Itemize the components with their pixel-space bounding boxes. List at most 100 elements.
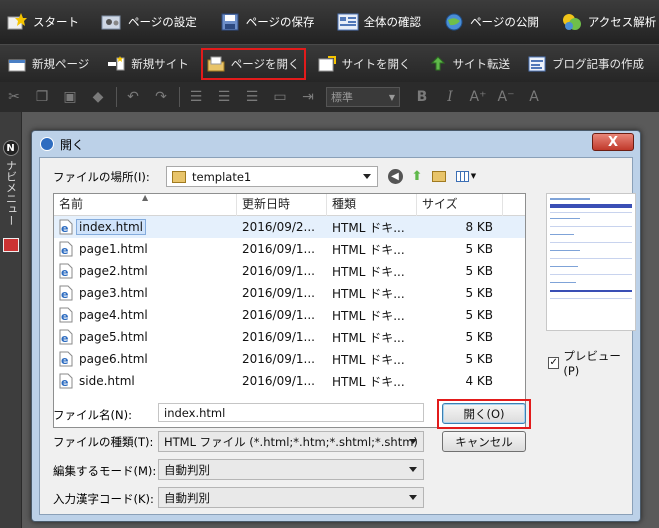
app-icon <box>40 137 54 151</box>
file-name-cell: e page2.html <box>54 263 237 279</box>
bold-icon[interactable]: B <box>412 87 432 107</box>
file-row[interactable]: e page6.html 2016/09/1... HTML ドキ... 5 KB <box>54 348 525 370</box>
font-grow-icon[interactable]: A⁺ <box>468 87 488 107</box>
location-combo[interactable]: template1 <box>166 166 378 187</box>
view-grid-icon <box>455 170 469 182</box>
preview-checkbox[interactable]: ✓ <box>548 357 560 369</box>
open-file-dialog: 開く X ファイルの場所(I): template1 ◀ ⬆ ▼ 名前 ▲ 更新… <box>31 130 641 522</box>
font-color-icon[interactable]: A <box>524 87 544 107</box>
file-row[interactable]: e side.html 2016/09/1... HTML ドキ... 4 KB <box>54 370 525 392</box>
view-menu-button[interactable]: ▼ <box>452 167 480 185</box>
up-folder-button[interactable]: ⬆ <box>408 167 426 185</box>
file-date: 2016/09/1... <box>242 286 315 300</box>
file-name-cell: e page4.html <box>54 307 237 323</box>
file-name: side.html <box>79 374 135 388</box>
file-row[interactable]: e page2.html 2016/09/1... HTML ドキ... 5 KB <box>54 260 525 282</box>
svg-text:e: e <box>61 376 68 389</box>
preview-toggle[interactable]: ✓ プレビュー(P) <box>548 348 632 378</box>
svg-text:e: e <box>61 332 68 345</box>
file-row[interactable]: e index.html 2016/09/2... HTML ドキ... 8 KB <box>54 216 525 238</box>
star-icon <box>6 12 28 32</box>
separator <box>116 87 117 107</box>
back-button[interactable]: ◀ <box>386 167 404 185</box>
new-page-button[interactable]: 新規ページ <box>4 50 93 78</box>
file-name-cell: e page6.html <box>54 351 237 367</box>
editmode-select[interactable]: 自動判別 <box>158 459 424 480</box>
nav-badge[interactable]: N <box>2 140 19 156</box>
paste-icon[interactable]: ▣ <box>60 87 80 107</box>
column-name[interactable]: 名前 ▲ <box>54 194 237 216</box>
start-button[interactable]: スタート <box>6 6 79 38</box>
box-icon[interactable]: ▭ <box>270 87 290 107</box>
svg-text:e: e <box>61 266 68 279</box>
file-size: 5 KB <box>465 264 493 278</box>
dialog-title: 開く <box>60 137 85 152</box>
location-label: ファイルの場所(I): <box>53 170 150 184</box>
open-site-label: サイトを開く <box>341 56 411 71</box>
redo-icon[interactable]: ↷ <box>151 87 171 107</box>
file-size: 5 KB <box>465 242 493 256</box>
style-select[interactable]: 標準 ▼ <box>326 87 400 107</box>
indent-icon[interactable]: ⇥ <box>298 87 318 107</box>
filename-input[interactable]: index.html <box>158 403 424 422</box>
open-page-button[interactable]: ページを開く <box>200 47 306 80</box>
dialog-body: ファイルの場所(I): template1 ◀ ⬆ ▼ 名前 ▲ 更新日時 種類… <box>39 157 636 515</box>
undo-icon[interactable]: ↶ <box>123 87 143 107</box>
svg-text:e: e <box>61 288 68 301</box>
file-date: 2016/09/2... <box>242 220 315 234</box>
file-row[interactable]: e page3.html 2016/09/1... HTML ドキ... 5 KB <box>54 282 525 304</box>
file-list: 名前 ▲ 更新日時 種類 サイズ e index.html 2016/09/2...… <box>53 193 526 428</box>
encoding-label: 入力漢字コード(K): <box>53 492 154 506</box>
page-settings-button[interactable]: ページの設定 <box>101 6 197 38</box>
file-size: 5 KB <box>465 330 493 344</box>
close-button[interactable]: X <box>592 133 634 151</box>
page-settings-label: ページの設定 <box>128 15 197 29</box>
overview-button[interactable]: 全体の確認 <box>337 6 421 38</box>
column-size[interactable]: サイズ <box>417 194 503 216</box>
file-date: 2016/09/1... <box>242 308 315 322</box>
editmode-label: 編集するモード(M): <box>53 464 157 478</box>
file-row[interactable]: e page5.html 2016/09/1... HTML ドキ... 5 KB <box>54 326 525 348</box>
file-name: page5.html <box>79 330 148 344</box>
nav-menu-label[interactable]: ナビメニュー <box>3 160 19 226</box>
site-transfer-button[interactable]: サイト転送 <box>425 50 515 78</box>
file-type: HTML ドキ... <box>332 242 405 257</box>
file-date: 2016/09/1... <box>242 242 315 256</box>
file-date: 2016/09/1... <box>242 352 315 366</box>
blog-post-button[interactable]: ブログ記事の作成 <box>524 50 648 78</box>
svg-text:e: e <box>61 244 68 257</box>
open-button[interactable]: 開く(O) <box>442 403 526 424</box>
chevron-down-icon <box>409 495 417 500</box>
site-icon[interactable] <box>2 238 19 252</box>
globe-icon <box>443 12 465 32</box>
column-date[interactable]: 更新日時 <box>237 194 327 216</box>
new-site-button[interactable]: 新規サイト <box>103 50 193 78</box>
chevron-down-icon <box>363 174 371 179</box>
eraser-icon[interactable]: ◆ <box>88 87 108 107</box>
html-file-icon: e <box>59 241 73 257</box>
column-type[interactable]: 種類 <box>327 194 417 216</box>
filetype-select[interactable]: HTML ファイル (*.html;*.htm;*.shtml;*.shtm) <box>158 431 424 452</box>
cancel-button[interactable]: キャンセル <box>442 431 526 452</box>
encoding-select[interactable]: 自動判別 <box>158 487 424 508</box>
file-row[interactable]: e page4.html 2016/09/1... HTML ドキ... 5 KB <box>54 304 525 326</box>
access-analysis-button[interactable]: アクセス解析 <box>561 6 656 38</box>
align-right-icon[interactable]: ☰ <box>242 87 262 107</box>
new-folder-button[interactable] <box>430 167 448 185</box>
page-publish-button[interactable]: ページの公開 <box>443 6 539 38</box>
copy-icon[interactable]: ❐ <box>32 87 52 107</box>
align-center-icon[interactable]: ☰ <box>214 87 234 107</box>
file-row[interactable]: e page1.html 2016/09/1... HTML ドキ... 5 KB <box>54 238 525 260</box>
align-left-icon[interactable]: ☰ <box>186 87 206 107</box>
italic-icon[interactable]: I <box>440 87 460 107</box>
page-save-label: ページの保存 <box>245 15 315 29</box>
analytics-icon <box>561 12 583 32</box>
back-arrow-icon: ◀ <box>387 168 403 184</box>
font-shrink-icon[interactable]: A⁻ <box>496 87 516 107</box>
page-save-button[interactable]: ページの保存 <box>219 6 315 38</box>
cut-icon[interactable]: ✂ <box>4 87 24 107</box>
open-site-button[interactable]: サイトを開く <box>314 50 415 78</box>
blog-icon <box>528 56 546 72</box>
html-file-icon: e <box>59 263 73 279</box>
dialog-titlebar[interactable]: 開く X <box>32 131 640 157</box>
